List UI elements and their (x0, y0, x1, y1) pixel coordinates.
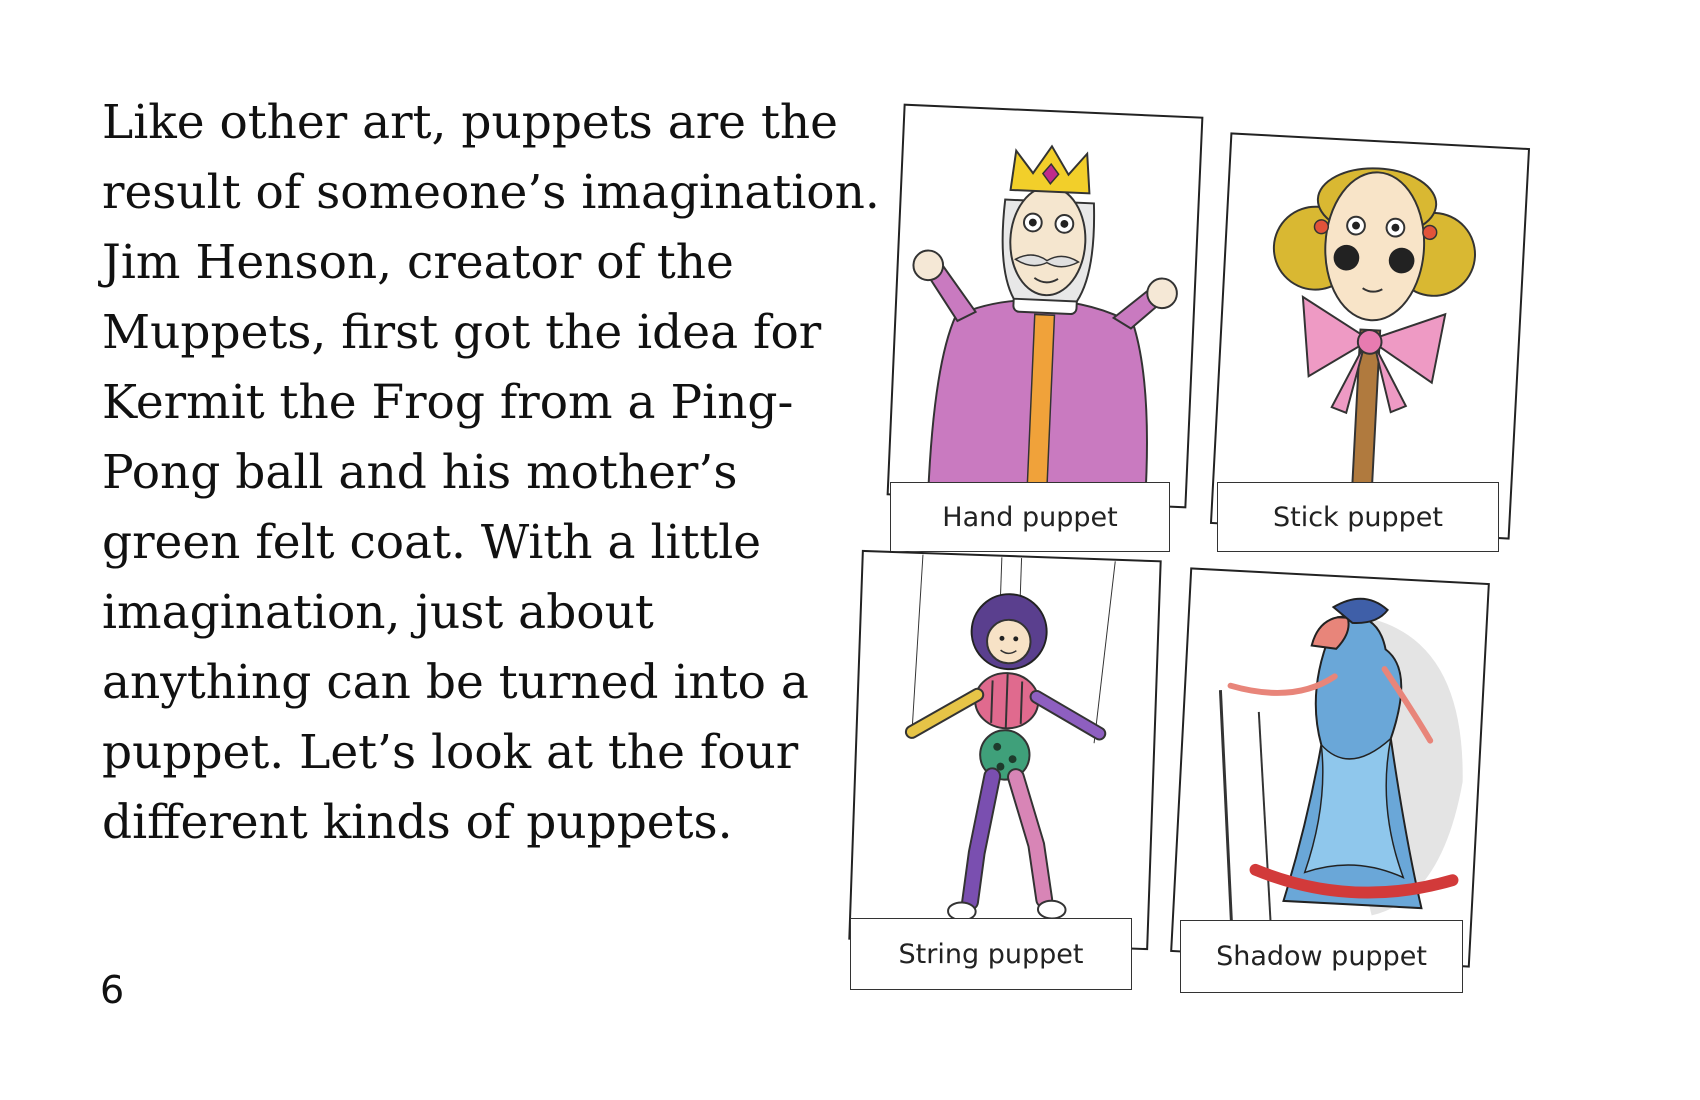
text-line: Like other art, puppets are the (102, 95, 838, 150)
text-line: imagination, just about (102, 585, 654, 640)
string-puppet-card (848, 549, 1162, 951)
text-line: anything can be turned into a (102, 655, 809, 710)
text-line: Kermit the Frog from a Ping- (102, 375, 794, 430)
text-line: puppet. Let’s look at the four (102, 725, 799, 780)
hand-puppet-illustration (912, 144, 1178, 505)
stick-puppet-illustration (1272, 167, 1476, 531)
book-page: Like other art, puppets are the result o… (0, 0, 1700, 1100)
text-line: green felt coat. With a little (102, 515, 762, 570)
stick-puppet-label: Stick puppet (1217, 482, 1499, 552)
shadow-puppet-illustration (1206, 597, 1463, 951)
shadow-puppet-card (1170, 567, 1490, 968)
text-line: Jim Henson, creator of the (102, 235, 734, 290)
string-puppet-illustration (904, 554, 1116, 922)
body-paragraph: Like other art, puppets are the result o… (102, 88, 880, 858)
hand-puppet-label: Hand puppet (890, 482, 1170, 552)
text-line: different kinds of puppets. (102, 795, 733, 850)
page-number: 6 (100, 968, 125, 1012)
hand-puppet-card (886, 103, 1204, 509)
text-line: Pong ball and his mother’s (102, 445, 738, 500)
text-line: result of someone’s imagination. (102, 165, 880, 220)
string-puppet-label: String puppet (850, 918, 1132, 990)
stick-puppet-card (1209, 132, 1531, 540)
shadow-puppet-label: Shadow puppet (1180, 920, 1463, 993)
text-line: Muppets, first got the idea for (102, 305, 822, 360)
